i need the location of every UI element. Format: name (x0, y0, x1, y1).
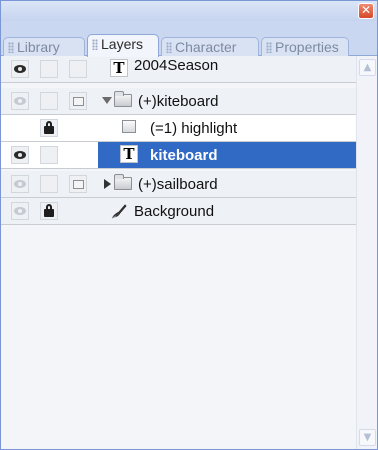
layer-name: kiteboard (150, 147, 218, 164)
layer-name: (+)sailboard (138, 176, 218, 193)
lock-icon (44, 204, 54, 217)
layers-panel: ✕ Library Layers Character Properties T … (0, 0, 378, 450)
lock-toggle[interactable] (40, 119, 58, 137)
lock-toggle[interactable] (40, 202, 58, 220)
tab-library[interactable]: Library (3, 37, 85, 56)
text-layer-icon: T (110, 59, 128, 77)
text-layer-icon: T (120, 145, 138, 163)
lock-toggle[interactable] (40, 60, 58, 78)
expand-arrow-icon[interactable] (102, 97, 112, 104)
eye-icon (14, 151, 26, 159)
tab-properties-label: Properties (275, 39, 339, 55)
eye-icon (14, 180, 26, 188)
layer-list: T 2004Season (+)kiteboard (=1) highlight (1, 56, 356, 449)
layer-row-sailboard-folder[interactable]: (+)sailboard (1, 171, 356, 198)
tab-layers[interactable]: Layers (87, 34, 159, 57)
mask-toggle[interactable] (69, 60, 87, 78)
tab-character[interactable]: Character (161, 37, 259, 56)
layer-name: (=1) highlight (150, 120, 238, 137)
folder-icon (114, 174, 132, 190)
eye-icon (14, 97, 26, 105)
grip-icon (266, 42, 272, 53)
layer-row-kiteboard-text[interactable]: T kiteboard (1, 142, 356, 169)
panel-titlebar: ✕ (1, 1, 377, 21)
layer-name: 2004Season (134, 57, 219, 74)
visibility-toggle[interactable] (11, 146, 29, 164)
bitmap-layer-icon (122, 120, 136, 133)
layer-content[interactable]: (+)kiteboard (98, 88, 356, 114)
layer-row-highlight[interactable]: (=1) highlight (1, 115, 356, 142)
lock-toggle[interactable] (40, 92, 58, 110)
visibility-toggle[interactable] (11, 60, 29, 78)
scroll-up-icon[interactable]: ▲ (359, 59, 376, 76)
mask-icon (73, 180, 84, 189)
visibility-toggle[interactable] (11, 92, 29, 110)
layer-content[interactable]: Background (98, 198, 356, 224)
visibility-toggle[interactable] (11, 202, 29, 220)
layer-content[interactable]: T 2004Season (98, 56, 356, 82)
layer-content[interactable]: (=1) highlight (98, 115, 356, 141)
tab-library-label: Library (17, 39, 60, 55)
brush-icon (111, 204, 127, 219)
collapse-arrow-icon[interactable] (104, 179, 111, 189)
panel-tabs: Library Layers Character Properties (1, 34, 377, 57)
mask-toggle[interactable] (69, 92, 87, 110)
tab-character-label: Character (175, 39, 237, 55)
grip-icon (92, 39, 98, 50)
mask-toggle[interactable] (69, 175, 87, 193)
layer-content[interactable]: T kiteboard (98, 142, 356, 168)
layer-row-kiteboard-folder[interactable]: (+)kiteboard (1, 88, 356, 115)
tab-properties[interactable]: Properties (261, 37, 349, 56)
lock-toggle[interactable] (40, 146, 58, 164)
close-button[interactable]: ✕ (358, 3, 374, 19)
eye-icon (14, 65, 26, 73)
mask-icon (73, 97, 84, 106)
scroll-down-icon[interactable]: ▼ (359, 429, 376, 446)
layer-row-background[interactable]: Background (1, 198, 356, 225)
eye-icon (14, 207, 26, 215)
layer-row-2004season[interactable]: T 2004Season (1, 56, 356, 83)
layer-name: (+)kiteboard (138, 93, 219, 110)
vertical-scrollbar[interactable]: ▲ ▼ (356, 56, 377, 449)
grip-icon (8, 42, 14, 53)
tab-layers-label: Layers (101, 36, 144, 52)
folder-icon (114, 91, 132, 107)
lock-icon (44, 121, 54, 134)
lock-toggle[interactable] (40, 175, 58, 193)
grip-icon (166, 42, 172, 53)
visibility-toggle[interactable] (11, 175, 29, 193)
layer-name: Background (134, 203, 215, 220)
layer-content[interactable]: (+)sailboard (98, 171, 356, 197)
